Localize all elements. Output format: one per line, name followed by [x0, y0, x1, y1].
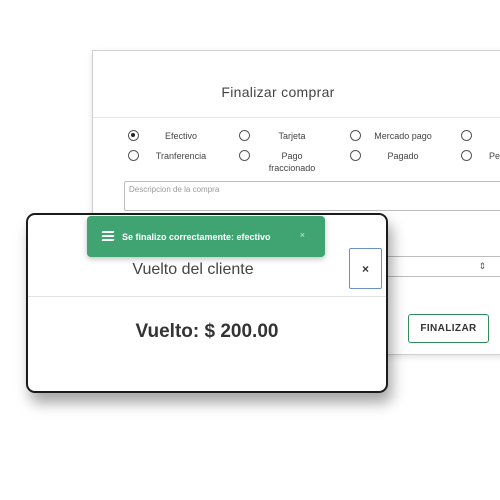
option-label-pago-fraccionado: Pago fraccionado	[268, 151, 316, 173]
success-toast: Se finalizo correctamente: efectivo ×	[87, 216, 325, 257]
radio-efectivo[interactable]	[128, 130, 139, 141]
option-label-tranferencia: Tranferencia	[155, 151, 207, 161]
radio-tranferencia[interactable]	[128, 150, 139, 161]
vuelto-modal-title: Vuelto del cliente	[132, 261, 254, 278]
close-icon: ×	[361, 261, 369, 276]
radio-extra-row1[interactable]	[461, 130, 472, 141]
option-label-tarjeta: Tarjeta	[278, 131, 306, 141]
radio-tarjeta[interactable]	[239, 130, 250, 141]
option-label-efectivo: Efectivo	[164, 131, 197, 141]
option-label-pagado: Pagado	[387, 151, 419, 161]
change-amount: Vuelto: $ 200.00	[135, 321, 279, 342]
select-field[interactable]: ⇕	[385, 256, 500, 277]
toast-message: Se finalizo correctamente: efectivo	[122, 231, 271, 242]
option-label-pe: Pe	[489, 151, 500, 161]
toast-close-icon[interactable]: ×	[300, 230, 305, 240]
vuelto-divider	[28, 296, 386, 297]
notification-icon	[101, 230, 115, 244]
radio-mercado-pago[interactable]	[350, 130, 361, 141]
radio-pe[interactable]	[461, 150, 472, 161]
close-button[interactable]: ×	[349, 248, 382, 289]
radio-pago-fraccionado[interactable]	[239, 150, 250, 161]
header-divider	[93, 117, 500, 118]
modal-title: Finalizar comprar	[221, 84, 335, 100]
finalizar-button[interactable]: FINALIZAR	[408, 314, 489, 343]
radio-pagado[interactable]	[350, 150, 361, 161]
option-label-mercado-pago: Mercado pago	[374, 131, 432, 141]
description-input[interactable]: Descripcion de la compra	[124, 181, 500, 211]
updown-arrows-icon: ⇕	[478, 261, 486, 271]
